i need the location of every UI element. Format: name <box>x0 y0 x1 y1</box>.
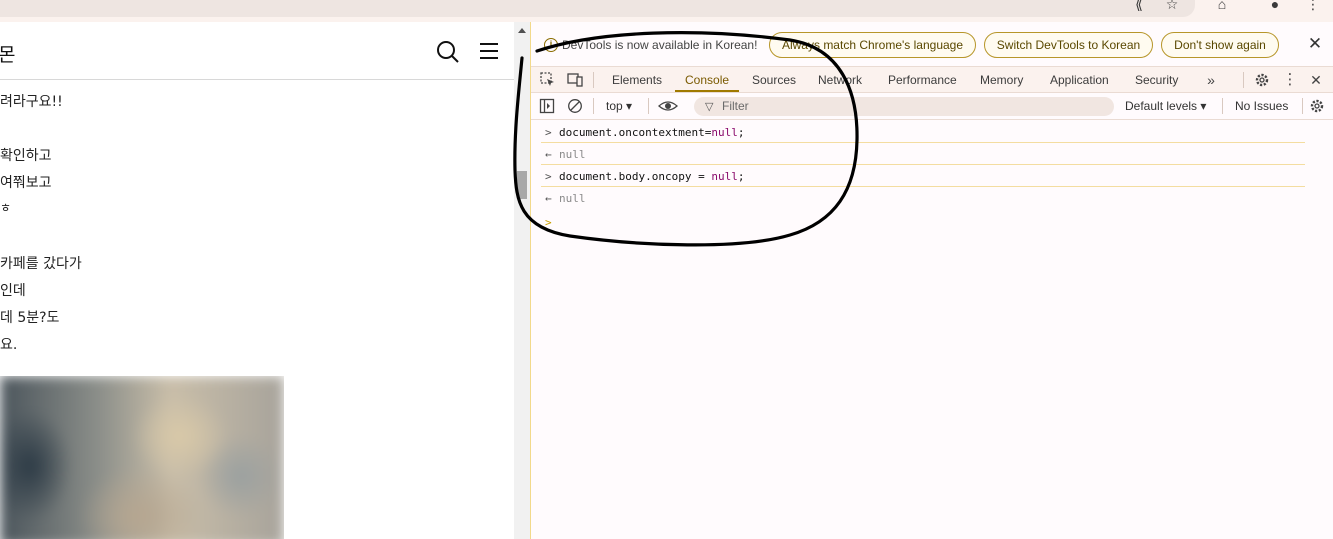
post-text-line: 려라구요!! <box>0 94 63 110</box>
screen: ⟪ ☆ ⌂ ● ⋮ 몬 려라구요!! 확인하고 여쭤보고 ㅎ 카페를 갔다가 인… <box>0 0 1333 539</box>
post-text-line: 요. <box>0 337 18 353</box>
tab-elements[interactable]: Elements <box>612 73 662 87</box>
filter-input[interactable]: ▽ Filter <box>694 97 1114 116</box>
extensions-icon[interactable]: ⌂ <box>1214 0 1230 12</box>
page-title: 몬 <box>0 44 16 66</box>
input-chevron-icon: > <box>545 126 552 139</box>
always-match-language-button[interactable]: Always match Chrome's language <box>769 32 976 58</box>
post-text-line: 카페를 갔다가 <box>0 256 82 272</box>
console-result: null <box>559 148 586 161</box>
post-text-line: 인데 <box>0 283 26 299</box>
close-icon[interactable]: ✕ <box>1307 35 1323 52</box>
result-arrow-icon: ← <box>545 192 552 205</box>
console-code: document.oncontextment=null; <box>559 126 745 139</box>
divider <box>1243 72 1244 88</box>
devtools-language-infobar: i DevTools is now available in Korean! A… <box>531 22 1333 66</box>
divider <box>593 72 594 88</box>
console-result: null <box>559 192 586 205</box>
sidebar-toggle-icon[interactable] <box>539 98 555 114</box>
post-text-line: 여쭤보고 <box>0 175 52 191</box>
console-output[interactable]: > document.oncontextment=null; ← null > … <box>531 121 1333 539</box>
kebab-menu-icon[interactable]: ⋮ <box>1282 72 1298 88</box>
console-toolbar: top ▾ ▽ Filter Default levels ▾ No Issue… <box>531 93 1333 120</box>
console-input-row[interactable]: > document.oncontextment=null; <box>541 121 1305 143</box>
issues-counter[interactable]: No Issues <box>1235 99 1288 113</box>
tab-performance[interactable]: Performance <box>888 73 957 87</box>
post-text-line: ㅎ <box>0 201 12 215</box>
console-code: document.body.oncopy = null; <box>559 170 745 183</box>
browser-toolbar: ⟪ ☆ ⌂ ● ⋮ <box>0 0 1333 22</box>
info-icon: i <box>544 38 558 52</box>
console-result-row[interactable]: ← null <box>541 187 1305 209</box>
inspect-element-icon[interactable] <box>540 72 556 88</box>
tab-sources[interactable]: Sources <box>752 73 796 87</box>
console-prompt[interactable]: > <box>545 216 552 229</box>
blurred-photo <box>0 376 284 539</box>
tab-application[interactable]: Application <box>1050 73 1109 87</box>
bookmark-star-icon[interactable]: ☆ <box>1164 0 1180 12</box>
clear-console-icon[interactable] <box>567 98 583 114</box>
live-expression-eye-icon[interactable] <box>658 98 678 114</box>
active-tab-indicator <box>675 90 739 92</box>
log-levels-dropdown[interactable]: Default levels ▾ <box>1125 99 1206 113</box>
profile-avatar-icon[interactable]: ● <box>1267 0 1283 12</box>
post-text-line: 확인하고 <box>0 148 52 164</box>
filter-funnel-icon: ▽ <box>705 101 714 113</box>
infobar-message: DevTools is now available in Korean! <box>562 38 758 52</box>
divider <box>648 98 649 114</box>
device-toolbar-icon[interactable] <box>567 72 583 88</box>
read-aloud-icon[interactable]: ⟪ <box>1131 0 1147 12</box>
search-icon[interactable] <box>436 40 460 64</box>
address-bar[interactable] <box>0 0 1195 17</box>
console-result-row[interactable]: ← null <box>541 143 1305 165</box>
close-devtools-icon[interactable]: ✕ <box>1308 72 1324 88</box>
tab-memory[interactable]: Memory <box>980 73 1023 87</box>
tab-security[interactable]: Security <box>1135 73 1178 87</box>
devtools-panel: i DevTools is now available in Korean! A… <box>530 22 1333 539</box>
console-settings-gear-icon[interactable] <box>1309 98 1325 114</box>
context-selector[interactable]: top ▾ <box>606 99 632 113</box>
post-text-line: 데 5분?도 <box>0 310 60 326</box>
tab-network[interactable]: Network <box>818 73 862 87</box>
console-input-row[interactable]: > document.body.oncopy = null; <box>541 165 1305 187</box>
filter-placeholder: Filter <box>722 99 749 113</box>
divider <box>593 98 594 114</box>
switch-to-korean-button[interactable]: Switch DevTools to Korean <box>984 32 1153 58</box>
chrome-menu-icon[interactable]: ⋮ <box>1305 0 1321 12</box>
divider <box>1302 98 1303 114</box>
divider <box>1222 98 1223 114</box>
scroll-thumb[interactable] <box>517 171 527 199</box>
web-page: 몬 려라구요!! 확인하고 여쭤보고 ㅎ 카페를 갔다가 인데 데 5분?도 요… <box>0 22 514 539</box>
post-image <box>0 376 284 539</box>
result-arrow-icon: ← <box>545 148 552 161</box>
settings-gear-icon[interactable] <box>1254 72 1270 88</box>
devtools-tab-bar: Elements Console Sources Network Perform… <box>531 66 1333 93</box>
scroll-up-arrow-icon[interactable] <box>518 28 526 33</box>
hamburger-menu-icon[interactable] <box>479 42 499 60</box>
input-chevron-icon: > <box>545 170 552 183</box>
dont-show-again-button[interactable]: Don't show again <box>1161 32 1279 58</box>
page-header: 몬 <box>0 22 514 80</box>
tab-console[interactable]: Console <box>685 73 729 87</box>
more-tabs-chevron-icon[interactable]: » <box>1203 72 1219 88</box>
page-scrollbar[interactable] <box>514 22 530 539</box>
